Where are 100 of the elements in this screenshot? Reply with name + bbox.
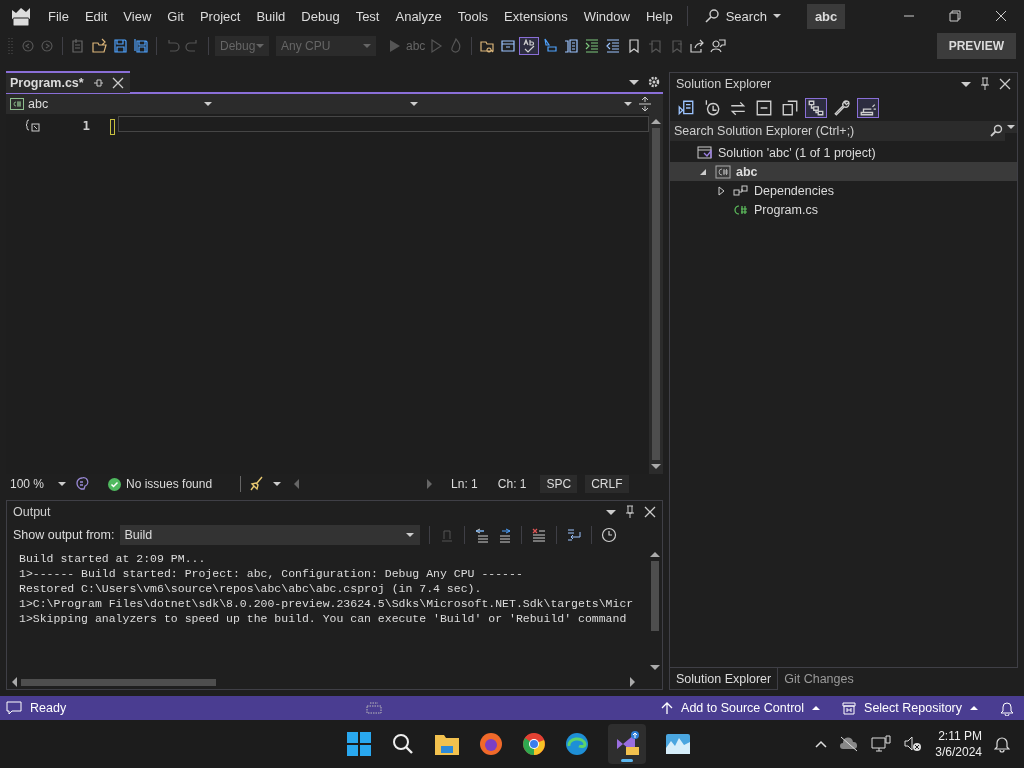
repository-button[interactable]: Select Repository — [842, 701, 978, 715]
save-icon[interactable] — [111, 38, 129, 54]
taskbar-app-button[interactable] — [608, 724, 646, 764]
pin-icon[interactable] — [979, 77, 991, 91]
sync-icon[interactable] — [728, 99, 748, 117]
caret-icon[interactable] — [606, 508, 616, 516]
clear-all-icon[interactable] — [531, 527, 548, 543]
line-ending-indicator[interactable]: CRLF — [585, 475, 629, 493]
scroll-left-icon[interactable] — [11, 677, 17, 687]
tree-item[interactable]: abc — [670, 162, 1017, 181]
caret-icon[interactable] — [1005, 121, 1017, 133]
collapse-all-icon[interactable] — [754, 99, 774, 117]
search-icon[interactable] — [391, 732, 415, 756]
scroll-up-icon[interactable] — [651, 118, 661, 124]
panel-tab[interactable]: Solution Explorer — [669, 668, 779, 690]
word-wrap-icon[interactable] — [566, 527, 583, 543]
csharp-project-icon — [715, 164, 731, 179]
menu-item[interactable]: File — [40, 4, 77, 28]
settings-icon[interactable] — [647, 75, 661, 89]
source-control-button[interactable]: Add to Source Control — [661, 701, 821, 715]
tree-view-icon[interactable] — [806, 99, 826, 117]
column-indicator[interactable]: Ch: 1 — [491, 475, 533, 493]
close-icon[interactable] — [111, 77, 124, 89]
output-source-dropdown[interactable]: Build — [120, 525, 421, 545]
speaker-muted-icon[interactable] — [903, 735, 924, 753]
menu-item[interactable]: Git — [159, 4, 192, 28]
output-line: Restored C:\Users\vm6\source\repos\abc\abc\abc.csproj (in 7.4 sec). — [19, 581, 483, 596]
tree-item[interactable]: Solution 'abc' (1 of 1 project) — [670, 143, 1017, 162]
document-icon[interactable] — [562, 38, 581, 54]
caret-icon[interactable] — [629, 78, 639, 86]
search-button[interactable]: Search — [697, 4, 787, 28]
scroll-down-icon[interactable] — [650, 665, 660, 671]
menu-item[interactable]: Debug — [293, 4, 348, 28]
message-icon[interactable] — [6, 701, 22, 715]
tree-item[interactable]: Program.cs — [670, 200, 1017, 219]
network-icon[interactable] — [871, 735, 892, 753]
clock-icon[interactable] — [601, 527, 618, 543]
change-marker — [110, 119, 115, 135]
menu-item[interactable]: Analyze — [387, 4, 450, 28]
open-folder-icon[interactable] — [90, 38, 108, 54]
browser-icon[interactable] — [522, 732, 546, 756]
wrench-icon[interactable] — [832, 99, 852, 117]
menu-item[interactable]: View — [115, 4, 160, 28]
notification-icon[interactable] — [994, 735, 1010, 753]
tree-item-label: abc — [736, 164, 758, 179]
vertical-scrollbar[interactable] — [649, 114, 663, 474]
tree-item[interactable]: Dependencies — [670, 181, 1017, 200]
close-icon[interactable] — [644, 506, 656, 518]
scroll-up-icon[interactable] — [650, 551, 660, 557]
caret-icon[interactable] — [961, 80, 971, 88]
caret-icon[interactable] — [273, 481, 282, 487]
copy-icon[interactable] — [780, 99, 800, 117]
window-icon[interactable] — [499, 38, 518, 54]
close-icon[interactable] — [999, 78, 1011, 90]
spell-check-icon[interactable] — [520, 38, 539, 54]
brain-icon[interactable] — [74, 476, 91, 492]
menu-item[interactable]: Edit — [76, 4, 116, 28]
panel-tab[interactable]: Git Changes — [778, 668, 860, 690]
browser-icon[interactable] — [479, 732, 503, 756]
chevron-up-icon[interactable] — [815, 740, 828, 748]
pin-icon[interactable] — [91, 77, 104, 89]
menu-item[interactable]: Tools — [449, 4, 497, 28]
split-icon[interactable] — [638, 96, 652, 112]
feedback-icon[interactable] — [709, 38, 728, 54]
cloud-icon[interactable] — [839, 736, 860, 752]
collapsed-arrow-icon[interactable] — [716, 185, 726, 196]
arrow-up-icon — [661, 701, 674, 715]
indentation-indicator[interactable]: SPC — [540, 475, 578, 493]
menu-item[interactable]: Help — [637, 4, 681, 28]
menu-item[interactable]: Test — [347, 4, 388, 28]
clock-date[interactable]: 3/6/2024 — [935, 744, 982, 760]
scroll-right-icon[interactable] — [630, 677, 636, 687]
save-all-icon[interactable] — [132, 38, 150, 54]
line-indicator[interactable]: Ln: 1 — [445, 475, 484, 493]
select-icon[interactable] — [541, 38, 560, 54]
folder-icon[interactable] — [434, 732, 460, 756]
preview-button[interactable]: PREVIEW — [936, 33, 1016, 59]
preview-icon[interactable] — [858, 99, 878, 117]
start-icon[interactable] — [346, 731, 372, 757]
clock-time[interactable]: 2:11 PM — [938, 728, 982, 744]
menu-item[interactable]: Project — [191, 4, 249, 28]
repository-icon — [842, 701, 857, 715]
menu-item[interactable]: Window — [575, 4, 638, 28]
folder-search-icon[interactable] — [478, 38, 497, 54]
issues-text[interactable]: No issues found — [126, 477, 213, 491]
menu-item[interactable]: Build — [248, 4, 294, 28]
notification-icon[interactable] — [1000, 700, 1014, 716]
search-field[interactable]: Search Solution Explorer (Ctrl+;) — [670, 121, 987, 141]
zoom-dropdown[interactable]: 100 % — [10, 477, 67, 491]
browser-icon[interactable] — [565, 732, 589, 756]
app-icon[interactable] — [665, 733, 691, 755]
scroll-down-icon[interactable] — [651, 464, 661, 470]
editor-tab[interactable]: Program.cs* — [6, 71, 130, 93]
pin-icon[interactable] — [624, 505, 636, 519]
caret-icon — [772, 13, 781, 19]
previous-message-icon[interactable] — [474, 527, 491, 543]
switch-views-icon[interactable] — [676, 99, 696, 117]
menu-item[interactable]: Extensions — [496, 4, 576, 28]
app-logo-icon — [10, 5, 32, 27]
code-glyph-icon — [26, 118, 40, 132]
